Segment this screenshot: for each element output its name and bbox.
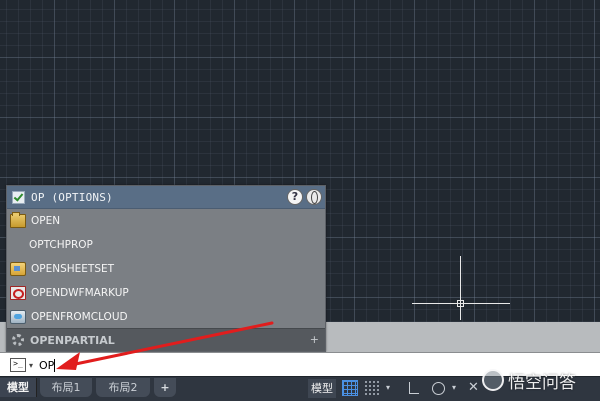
markup-icon: [10, 286, 26, 300]
crosshair-cursor: [412, 256, 510, 320]
folder-icon: [10, 212, 26, 228]
chevron-down-icon[interactable]: ▾: [452, 380, 460, 396]
autocomplete-item-label: OPENDWFMARKUP: [31, 287, 129, 299]
add-layout-button[interactable]: +: [154, 378, 176, 397]
autocomplete-item-label: OPENFROMCLOUD: [31, 311, 128, 323]
crosshair-pickbox: [457, 300, 464, 307]
snap-icon[interactable]: [364, 380, 380, 396]
autocomplete-item-opensheetset[interactable]: OPENSHEETSET: [7, 257, 325, 281]
autocomplete-footer-label: OPENPARTIAL: [30, 333, 115, 347]
autocomplete-footer[interactable]: OPENPARTIAL +: [7, 328, 325, 351]
autocomplete-list: OPEN OPTCHPROP OPENSHEETSET OPENDWFMARKU…: [7, 209, 325, 329]
autocomplete-item-open[interactable]: OPEN: [7, 209, 325, 233]
watermark: 悟空问答: [482, 368, 576, 393]
autocomplete-header[interactable]: OP (OPTIONS) ?: [7, 186, 325, 209]
tab-model[interactable]: 模型: [0, 378, 37, 397]
chevron-down-icon[interactable]: ▾: [29, 361, 33, 370]
autocomplete-item-label: OPENSHEETSET: [31, 263, 115, 275]
expand-icon[interactable]: +: [310, 333, 319, 346]
polar-tracking-icon[interactable]: [430, 380, 446, 396]
chevron-down-icon[interactable]: ▾: [386, 380, 394, 396]
ortho-icon[interactable]: [406, 380, 422, 396]
autocomplete-item-opendwfmarkup[interactable]: OPENDWFMARKUP: [7, 281, 325, 305]
autocomplete-panel: OP (OPTIONS) ? OPEN OPTCHPROP OPENSHEETS…: [6, 185, 326, 352]
tab-layout2[interactable]: 布局2: [96, 378, 150, 397]
autocomplete-item-label: OPEN: [31, 215, 61, 227]
search-globe-icon[interactable]: [306, 189, 322, 205]
text-cursor: [54, 358, 56, 372]
command-prompt-icon[interactable]: >_: [10, 358, 26, 372]
tab-layout1[interactable]: 布局1: [40, 378, 92, 397]
command-input[interactable]: OP: [39, 359, 54, 372]
model-space-button[interactable]: 模型: [308, 379, 336, 398]
grid-icon[interactable]: [342, 380, 358, 396]
autocomplete-item-label: OPTCHPROP: [29, 239, 93, 251]
autocomplete-item-openfromcloud[interactable]: OPENFROMCLOUD: [7, 305, 325, 329]
autocomplete-title[interactable]: OP (OPTIONS): [31, 191, 113, 204]
autocomplete-item-optchprop[interactable]: OPTCHPROP: [7, 233, 325, 257]
checkbox-icon: [12, 190, 25, 204]
help-icon[interactable]: ?: [287, 189, 303, 205]
gear-icon: [12, 334, 24, 346]
sheetset-icon: [10, 262, 26, 276]
watermark-logo-icon: [482, 369, 504, 391]
watermark-text: 悟空问答: [508, 372, 576, 393]
cloud-icon: [10, 310, 26, 324]
crosshair-vertical: [460, 256, 461, 320]
